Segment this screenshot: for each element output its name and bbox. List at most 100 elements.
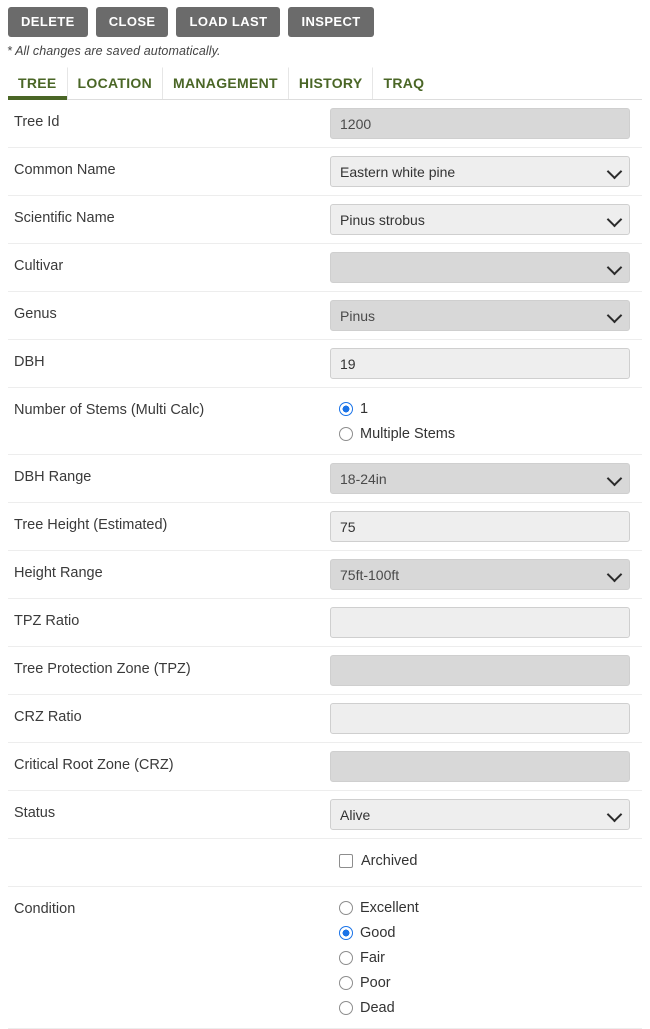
row-common-name: Common Name Eastern white pine (8, 148, 642, 196)
row-crz-ratio: CRZ Ratio (8, 695, 642, 743)
condition-radio-fair[interactable]: Fair (330, 945, 642, 970)
row-crz: Critical Root Zone (CRZ) (8, 743, 642, 791)
stems-radio-single[interactable]: 1 (330, 396, 642, 421)
control-dbh-range: 18-24in (330, 455, 642, 502)
common-name-select[interactable]: Eastern white pine (330, 156, 630, 187)
tree-id-input: 1200 (330, 108, 630, 139)
chevron-down-icon (606, 806, 623, 822)
row-height-range: Height Range 75ft-100ft (8, 551, 642, 599)
row-tree-height: Tree Height (Estimated) 75 (8, 503, 642, 551)
close-button[interactable]: CLOSE (95, 7, 169, 37)
dbh-range-value: 18-24in (340, 471, 387, 487)
control-height-range: 75ft-100ft (330, 551, 642, 598)
autosave-note: * All changes are saved automatically. (7, 44, 221, 58)
control-crz (330, 743, 642, 790)
chevron-down-icon (606, 163, 623, 179)
row-condition: Condition Excellent Good Fair Poor Dead (8, 887, 642, 1029)
control-common-name: Eastern white pine (330, 148, 642, 195)
chevron-down-icon (606, 470, 623, 486)
tab-management[interactable]: MANAGEMENT (163, 67, 289, 99)
label-cultivar: Cultivar (14, 258, 64, 274)
control-tree-height: 75 (330, 503, 642, 550)
control-tpz (330, 647, 642, 694)
tpz-ratio-input[interactable] (330, 607, 630, 638)
tree-height-input[interactable]: 75 (330, 511, 630, 542)
tab-traq[interactable]: TRAQ (373, 67, 434, 99)
chevron-down-icon (606, 566, 623, 582)
label-dbh: DBH (14, 354, 45, 370)
stems-radio-single-label: 1 (360, 400, 369, 417)
height-range-value: 75ft-100ft (340, 567, 400, 583)
radio-icon (339, 426, 353, 441)
label-archived-spacer (8, 839, 330, 853)
row-dbh: DBH 19 (8, 340, 642, 388)
genus-select: Pinus (330, 300, 630, 331)
row-cultivar: Cultivar (8, 244, 642, 292)
condition-radio-good-label: Good (360, 924, 396, 941)
crz-input (330, 751, 630, 782)
radio-icon (339, 401, 353, 416)
stems-radio-multiple[interactable]: Multiple Stems (330, 421, 642, 446)
label-condition: Condition (14, 901, 76, 917)
row-dbh-range: DBH Range 18-24in (8, 455, 642, 503)
dbh-range-select: 18-24in (330, 463, 630, 494)
delete-button[interactable]: DELETE (8, 7, 88, 37)
control-cultivar (330, 244, 642, 291)
condition-radio-excellent[interactable]: Excellent (330, 895, 642, 920)
checkbox-icon (339, 853, 353, 868)
tab-location[interactable]: LOCATION (68, 67, 164, 99)
control-genus: Pinus (330, 292, 642, 339)
chevron-down-icon (606, 211, 623, 227)
chevron-down-icon (606, 259, 623, 275)
row-tpz: Tree Protection Zone (TPZ) (8, 647, 642, 695)
control-tree-id: 1200 (330, 100, 642, 147)
control-number-of-stems: 1 Multiple Stems (330, 388, 642, 454)
label-crz-ratio: CRZ Ratio (14, 709, 82, 725)
label-dbh-range: DBH Range (14, 469, 92, 485)
control-condition: Excellent Good Fair Poor Dead (330, 887, 642, 1028)
condition-radio-excellent-label: Excellent (360, 899, 419, 916)
row-scientific-name: Scientific Name Pinus strobus (8, 196, 642, 244)
label-crz: Critical Root Zone (CRZ) (14, 757, 174, 773)
label-tpz-ratio: TPZ Ratio (14, 613, 80, 629)
condition-radio-poor[interactable]: Poor (330, 970, 642, 995)
label-number-of-stems: Number of Stems (Multi Calc) (14, 402, 205, 418)
row-genus: Genus Pinus (8, 292, 642, 340)
control-scientific-name: Pinus strobus (330, 196, 642, 243)
label-tree-id: Tree Id (14, 114, 60, 130)
dbh-input[interactable]: 19 (330, 348, 630, 379)
inspect-button[interactable]: INSPECT (288, 7, 374, 37)
scientific-name-select[interactable]: Pinus strobus (330, 204, 630, 235)
chevron-down-icon (606, 307, 623, 323)
label-status: Status (14, 805, 56, 821)
radio-icon (339, 950, 353, 965)
stems-radio-multiple-label: Multiple Stems (360, 425, 456, 442)
scientific-name-value: Pinus strobus (340, 212, 425, 228)
tab-history[interactable]: HISTORY (289, 67, 374, 99)
row-number-of-stems: Number of Stems (Multi Calc) 1 Multiple … (8, 388, 642, 455)
tab-bar: TREE LOCATION MANAGEMENT HISTORY TRAQ (8, 67, 642, 100)
status-select[interactable]: Alive (330, 799, 630, 830)
archived-checkbox[interactable]: Archived (330, 847, 642, 874)
crz-ratio-input[interactable] (330, 703, 630, 734)
label-genus: Genus (14, 306, 57, 322)
condition-radio-good[interactable]: Good (330, 920, 642, 945)
load-last-button[interactable]: LOAD LAST (176, 7, 281, 37)
common-name-value: Eastern white pine (340, 164, 456, 180)
radio-icon (339, 1000, 353, 1015)
control-archived: Archived (330, 839, 642, 882)
radio-icon (339, 925, 353, 940)
tab-tree[interactable]: TREE (8, 67, 68, 100)
label-common-name: Common Name (14, 162, 116, 178)
tree-form: Tree Id 1200 Common Name Eastern white p… (8, 100, 642, 1029)
control-status: Alive (330, 791, 642, 838)
condition-radio-fair-label: Fair (360, 949, 385, 966)
radio-icon (339, 900, 353, 915)
condition-radio-dead[interactable]: Dead (330, 995, 642, 1020)
row-tpz-ratio: TPZ Ratio (8, 599, 642, 647)
label-height-range: Height Range (14, 565, 103, 581)
label-tpz: Tree Protection Zone (TPZ) (14, 661, 191, 677)
row-archived: Archived (8, 839, 642, 887)
label-scientific-name: Scientific Name (14, 210, 115, 226)
archived-label: Archived (361, 852, 418, 869)
